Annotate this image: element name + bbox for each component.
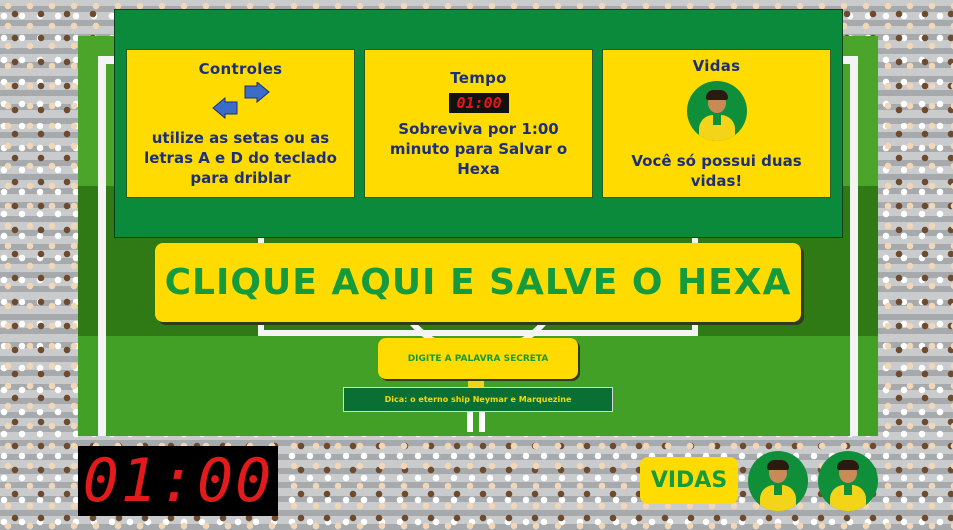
field-line (98, 56, 106, 436)
lives-text: Você só possui duas vidas! (631, 151, 802, 190)
lives-card: Vidas Você só possui duas vidas! (602, 49, 831, 198)
field-line (850, 56, 858, 436)
mini-timer: 01:00 (448, 92, 509, 113)
time-card: Tempo 01:00 Sobreviva por 1:00 minuto pa… (364, 49, 593, 198)
controls-text: utilize as setas ou as letras A e D do t… (144, 128, 337, 187)
player-avatar-icon (686, 80, 747, 141)
start-game-button[interactable]: CLIQUE AQUI E SALVE O HEXA (155, 243, 801, 322)
time-title: Tempo (450, 68, 507, 87)
time-text: Sobreviva por 1:00 minuto para Salvar o … (389, 119, 568, 178)
lives-label: VIDAS (640, 457, 738, 504)
secret-word-button[interactable]: DIGITE A PALAVRA SECRETA (378, 338, 578, 379)
life-icon (748, 451, 808, 511)
life-icon (818, 451, 878, 511)
controls-title: Controles (198, 59, 283, 78)
controls-card: Controles utilize as setas ou as letras … (126, 49, 355, 198)
instructions-panel: Controles utilize as setas ou as letras … (114, 9, 843, 238)
secret-hint: Dica: o eterno ship Neymar e Marquezine (343, 387, 613, 412)
game-timer: 01:00 (78, 446, 278, 516)
lives-title: Vidas (692, 56, 741, 75)
arrows-icon (211, 81, 270, 119)
